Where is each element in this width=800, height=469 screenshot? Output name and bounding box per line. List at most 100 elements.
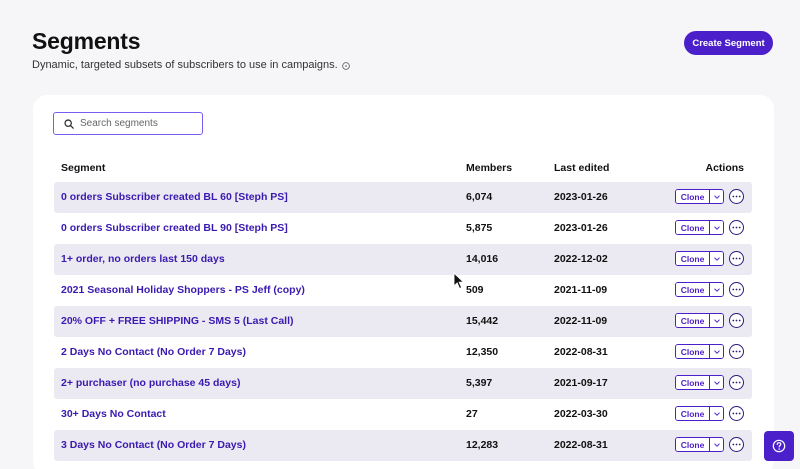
clone-button[interactable]: Clone — [676, 190, 710, 203]
info-icon[interactable] — [341, 61, 350, 70]
clone-options-dropdown[interactable] — [710, 376, 723, 389]
clone-options-dropdown[interactable] — [710, 283, 723, 296]
search-input[interactable] — [80, 118, 190, 129]
clone-button[interactable]: Clone — [676, 252, 710, 265]
segment-name-link[interactable]: 1+ order, no orders last 150 days — [61, 253, 225, 265]
chevron-down-icon — [713, 411, 720, 416]
chevron-down-icon — [713, 194, 720, 199]
row-actions: Clone — [675, 437, 744, 452]
last-edited-date: 2022-11-09 — [554, 315, 608, 327]
members-count: 15,442 — [466, 315, 499, 327]
clone-button[interactable]: Clone — [676, 438, 710, 451]
last-edited-date: 2021-11-09 — [554, 284, 608, 296]
clone-button[interactable]: Clone — [676, 376, 710, 389]
clone-options-dropdown[interactable] — [710, 190, 723, 203]
more-options-icon — [732, 350, 741, 353]
segment-name-link[interactable]: 2 Days No Contact (No Order 7 Days) — [61, 346, 246, 358]
clone-split-button: Clone — [675, 437, 724, 452]
clone-button[interactable]: Clone — [676, 407, 710, 420]
more-options-button[interactable] — [729, 406, 744, 421]
table-row[interactable]: 30+ Days No Contact 27 2022-03-30 Clone — [54, 399, 752, 430]
members-count: 6,074 — [466, 191, 493, 203]
more-options-button[interactable] — [729, 437, 744, 452]
more-options-button[interactable] — [729, 189, 744, 204]
table-row[interactable]: 0 orders Subscriber created BL 60 [Steph… — [54, 182, 752, 213]
more-options-icon — [732, 226, 741, 229]
more-options-button[interactable] — [729, 282, 744, 297]
table-row[interactable]: 2021 Seasonal Holiday Shoppers - PS Jeff… — [54, 275, 752, 306]
last-edited-date: 2023-01-26 — [554, 191, 608, 203]
more-options-button[interactable] — [729, 220, 744, 235]
clone-options-dropdown[interactable] — [710, 314, 723, 327]
more-options-button[interactable] — [729, 344, 744, 359]
table-row[interactable]: 2+ purchaser (no purchase 45 days) 5,397 2… — [54, 368, 752, 399]
more-options-button[interactable] — [729, 313, 744, 328]
row-actions: Clone — [675, 313, 744, 328]
segment-name-link[interactable]: 0 orders Subscriber created BL 90 [Steph… — [61, 222, 288, 234]
column-header-members[interactable]: Members — [466, 162, 512, 174]
row-actions: Clone — [675, 375, 744, 390]
more-options-icon — [732, 381, 741, 384]
segment-name-link[interactable]: 30+ Days No Contact — [61, 408, 166, 420]
clone-split-button: Clone — [675, 282, 724, 297]
members-count: 12,283 — [466, 439, 499, 451]
table-row[interactable]: 0 orders Subscriber created BL 90 [Steph… — [54, 213, 752, 244]
row-actions: Clone — [675, 344, 744, 359]
clone-options-dropdown[interactable] — [710, 221, 723, 234]
chevron-down-icon — [713, 318, 720, 323]
more-options-button[interactable] — [729, 375, 744, 390]
row-actions: Clone — [675, 251, 744, 266]
help-button[interactable] — [764, 431, 794, 461]
mouse-cursor-icon — [453, 272, 465, 290]
clone-button[interactable]: Clone — [676, 221, 710, 234]
page-subtitle: Dynamic, targeted subsets of subscribers… — [32, 59, 350, 71]
clone-button[interactable]: Clone — [676, 345, 710, 358]
segment-name-link[interactable]: 20% OFF + FREE SHIPPING - SMS 5 (Last Ca… — [61, 315, 294, 327]
last-edited-date: 2022-08-31 — [554, 439, 608, 451]
last-edited-date: 2023-01-26 — [554, 222, 608, 234]
table-row[interactable]: 3 Days No Contact (No Order 7 Days) 12,28… — [54, 430, 752, 461]
chevron-down-icon — [713, 256, 720, 261]
clone-button[interactable]: Clone — [676, 283, 710, 296]
more-options-icon — [732, 412, 741, 415]
column-header-segment[interactable]: Segment — [61, 162, 105, 174]
page-title: Segments — [32, 28, 141, 54]
row-actions: Clone — [675, 282, 744, 297]
members-count: 5,875 — [466, 222, 493, 234]
row-actions: Clone — [675, 406, 744, 421]
segment-name-link[interactable]: 0 orders Subscriber created BL 60 [Steph… — [61, 191, 288, 203]
table-row[interactable]: 2 Days No Contact (No Order 7 Days) 12,35… — [54, 337, 752, 368]
more-options-button[interactable] — [729, 251, 744, 266]
clone-options-dropdown[interactable] — [710, 438, 723, 451]
members-count: 509 — [466, 284, 484, 296]
row-actions: Clone — [675, 189, 744, 204]
clone-button[interactable]: Clone — [676, 314, 710, 327]
clone-split-button: Clone — [675, 251, 724, 266]
column-header-last-edited[interactable]: Last edited — [554, 162, 609, 174]
clone-split-button: Clone — [675, 220, 724, 235]
clone-split-button: Clone — [675, 406, 724, 421]
clone-split-button: Clone — [675, 344, 724, 359]
more-options-icon — [732, 257, 741, 260]
chevron-down-icon — [713, 349, 720, 354]
table-row[interactable]: 1+ order, no orders last 150 days 14,016 2… — [54, 244, 752, 275]
segment-name-link[interactable]: 2+ purchaser (no purchase 45 days) — [61, 377, 240, 389]
search-box[interactable] — [53, 112, 203, 135]
chevron-down-icon — [713, 225, 720, 230]
page-subtitle-text: Dynamic, targeted subsets of subscribers… — [32, 59, 338, 71]
clone-options-dropdown[interactable] — [710, 345, 723, 358]
create-segment-button[interactable]: Create Segment — [684, 31, 773, 55]
help-icon — [772, 439, 786, 453]
clone-options-dropdown[interactable] — [710, 407, 723, 420]
last-edited-date: 2021-09-17 — [554, 377, 608, 389]
segments-table-body: 0 orders Subscriber created BL 60 [Steph… — [54, 182, 752, 461]
table-row[interactable]: 20% OFF + FREE SHIPPING - SMS 5 (Last Ca… — [54, 306, 752, 337]
chevron-down-icon — [713, 380, 720, 385]
column-header-actions: Actions — [705, 162, 744, 174]
segment-name-link[interactable]: 2021 Seasonal Holiday Shoppers - PS Jeff… — [61, 284, 305, 296]
clone-options-dropdown[interactable] — [710, 252, 723, 265]
members-count: 5,397 — [466, 377, 493, 389]
segment-name-link[interactable]: 3 Days No Contact (No Order 7 Days) — [61, 439, 246, 451]
members-count: 14,016 — [466, 253, 499, 265]
row-actions: Clone — [675, 220, 744, 235]
